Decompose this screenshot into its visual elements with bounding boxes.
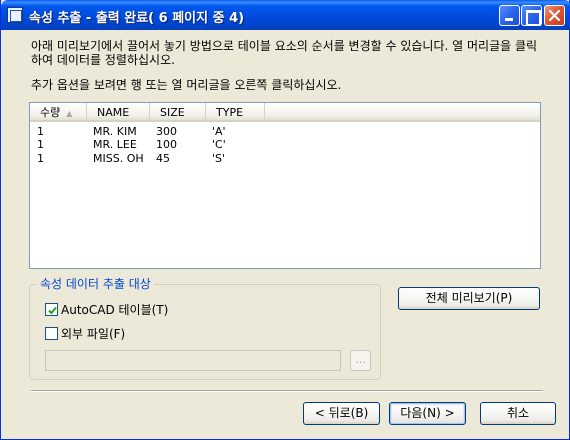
dialog-window: 속성 추출 - 출력 완료( 6 페이지 중 4) 아래 미리보기에서 끌어서 …	[0, 0, 570, 440]
external-file-label[interactable]: 외부 파일(F)	[61, 327, 125, 341]
close-button[interactable]	[544, 5, 565, 26]
table-row[interactable]: 1 MISS. OH 45 'S'	[30, 152, 540, 166]
column-header-size[interactable]: SIZE	[150, 103, 206, 122]
button-separator	[31, 390, 543, 392]
instruction-text-reorder: 아래 미리보기에서 끌어서 놓기 방법으로 테이블 요소의 순서를 변경할 수 …	[31, 39, 538, 67]
table-header: 수량 ▲ NAME SIZE TYPE	[30, 103, 540, 122]
table-row[interactable]: 1 MR. LEE 100 'C'	[30, 138, 540, 152]
checkmark-icon	[48, 306, 57, 315]
next-button[interactable]: 다음(N) >	[389, 402, 466, 425]
column-header-name[interactable]: NAME	[87, 103, 150, 122]
sort-ascending-icon: ▲	[66, 109, 73, 118]
close-icon	[549, 10, 560, 21]
autocad-table-checkbox[interactable]	[45, 303, 58, 316]
browse-button[interactable]: ...	[350, 350, 371, 371]
instruction-text-options: 추가 옵션을 보려면 행 또는 열 머리글을 오른쪽 클릭하십시오.	[31, 78, 342, 92]
autocad-table-label[interactable]: AutoCAD 테이블(T)	[61, 303, 168, 317]
output-target-group-title: 속성 데이터 추출 대상	[37, 277, 154, 291]
title-bar[interactable]: 속성 추출 - 출력 완료( 6 페이지 중 4)	[1, 0, 570, 30]
autocad-app-icon	[7, 7, 23, 23]
external-file-path-input[interactable]	[45, 350, 341, 371]
preview-table[interactable]: 수량 ▲ NAME SIZE TYPE 1 MR. KIM 300 'A' 1 M…	[29, 102, 541, 269]
minimize-button[interactable]	[499, 5, 520, 26]
maximize-button[interactable]	[521, 5, 542, 26]
external-file-checkbox[interactable]	[45, 327, 58, 340]
column-header-type[interactable]: TYPE	[206, 103, 265, 122]
column-header-quantity[interactable]: 수량 ▲	[30, 103, 87, 122]
window-title: 속성 추출 - 출력 완료( 6 페이지 중 4)	[29, 11, 245, 26]
cancel-button[interactable]: 취소	[480, 402, 556, 425]
table-row[interactable]: 1 MR. KIM 300 'A'	[30, 125, 540, 139]
full-preview-button[interactable]: 전체 미리보기(P)	[398, 287, 540, 310]
back-button[interactable]: < 뒤로(B)	[303, 402, 380, 425]
